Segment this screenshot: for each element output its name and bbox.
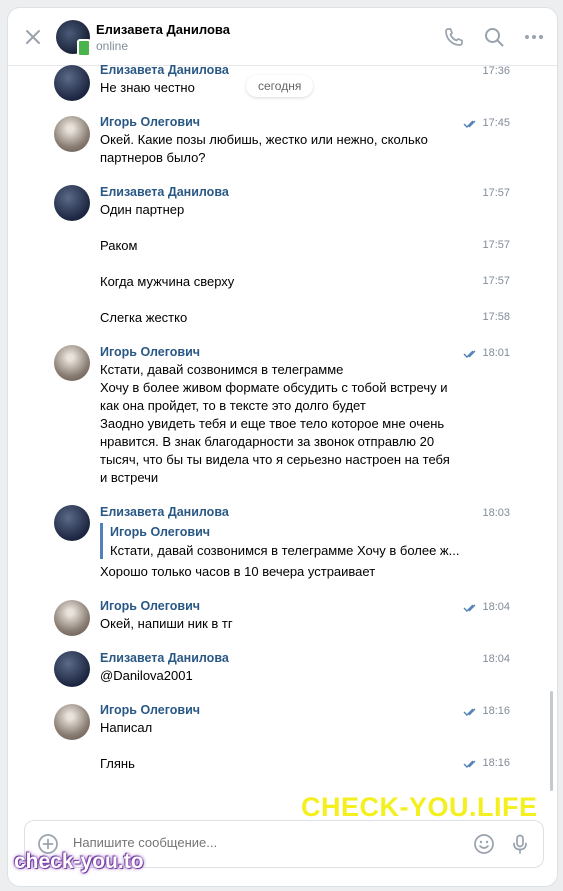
message-author[interactable]: Елизавета Данилова xyxy=(100,505,229,519)
message-text: Слегка жестко xyxy=(100,310,188,325)
message-list[interactable]: Елизавета Данилова Не знаю честно 17:36 … xyxy=(8,63,557,816)
emoji-icon[interactable] xyxy=(473,833,495,855)
message-time: 17:36 xyxy=(482,65,510,77)
message-time: 18:04 xyxy=(482,653,510,665)
avatar[interactable] xyxy=(54,65,90,101)
avatar[interactable] xyxy=(54,185,90,221)
scrollbar[interactable] xyxy=(550,691,553,791)
message-text: Хорошо только часов в 10 вечера устраива… xyxy=(100,564,376,579)
message-author[interactable]: Игорь Олегович xyxy=(100,703,200,717)
message-time: 17:58 xyxy=(482,311,510,323)
message-input[interactable] xyxy=(73,835,453,850)
message-text: @Danilova2001 xyxy=(100,668,193,683)
phone-icon[interactable] xyxy=(443,26,465,48)
search-icon[interactable] xyxy=(483,26,505,48)
avatar[interactable] xyxy=(54,345,90,381)
more-icon[interactable] xyxy=(523,26,545,48)
message-text: Раком xyxy=(100,238,138,253)
double-check-icon xyxy=(463,604,476,612)
message-time: 18:03 xyxy=(482,507,510,519)
double-check-icon xyxy=(463,760,476,768)
chat-header: Елизавета Данилова online xyxy=(8,8,557,66)
message-author[interactable]: Игорь Олегович xyxy=(100,345,200,359)
message-time: 17:57 xyxy=(482,187,510,199)
watermark-text: check-you.to xyxy=(14,850,144,873)
watermark-text: CHECK-YOU.LIFE xyxy=(301,792,538,822)
message-author[interactable]: Елизавета Данилова xyxy=(100,63,229,77)
message-author[interactable]: Елизавета Данилова xyxy=(100,651,229,665)
avatar[interactable] xyxy=(54,704,90,740)
double-check-icon xyxy=(463,120,476,128)
double-check-icon xyxy=(463,708,476,716)
message-text: Глянь xyxy=(100,756,135,771)
chat-title[interactable]: Елизавета Данилова xyxy=(96,22,230,37)
date-separator: сегодня xyxy=(246,75,314,97)
message-author[interactable]: Игорь Олегович xyxy=(100,115,200,129)
mic-icon[interactable] xyxy=(509,833,531,855)
avatar[interactable] xyxy=(54,505,90,541)
message-author[interactable]: Игорь Олегович xyxy=(100,599,200,613)
reply-author[interactable]: Игорь Олегович xyxy=(110,525,210,539)
message-text: Написал xyxy=(100,720,153,735)
message-author[interactable]: Елизавета Данилова xyxy=(100,185,229,199)
message-text: Кстати, давай созвонимся в телеграмме Хо… xyxy=(100,362,450,485)
message-text: Один партнер xyxy=(100,202,185,217)
message-time: 18:16 xyxy=(482,757,510,769)
message-time: 17:57 xyxy=(482,239,510,251)
message-time: 18:01 xyxy=(482,347,510,359)
avatar[interactable] xyxy=(54,600,90,636)
avatar[interactable] xyxy=(54,116,90,152)
reply-quote-bar xyxy=(100,523,103,559)
message-time: 17:57 xyxy=(482,275,510,287)
online-indicator-icon xyxy=(77,39,91,57)
message-text: Когда мужчина сверху xyxy=(100,274,235,289)
message-time: 18:04 xyxy=(482,601,510,613)
chat-window: Елизавета Данилова online Елизавета Дани… xyxy=(8,8,557,886)
online-status: online xyxy=(96,39,129,53)
message-time: 18:16 xyxy=(482,705,510,717)
double-check-icon xyxy=(463,350,476,358)
message-text: Окей, напиши ник в тг xyxy=(100,616,233,631)
avatar[interactable] xyxy=(54,651,90,687)
close-icon[interactable] xyxy=(24,28,42,46)
message-text: Окей. Какие позы любишь, жестко или нежн… xyxy=(100,132,428,165)
reply-text[interactable]: Кстати, давай созвонимся в телеграмме Хо… xyxy=(110,543,460,558)
message-time: 17:45 xyxy=(482,117,510,129)
